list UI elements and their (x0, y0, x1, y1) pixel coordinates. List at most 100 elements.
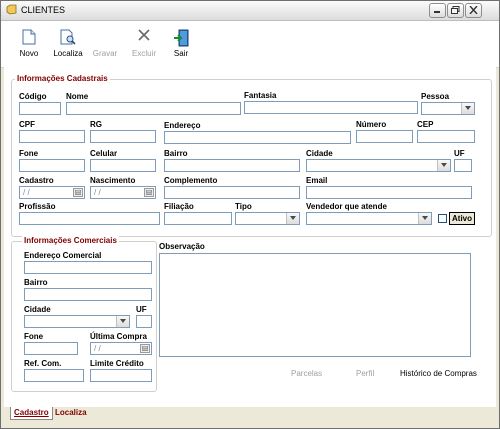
filiacao-input[interactable] (164, 212, 232, 225)
find-document-icon (60, 29, 76, 47)
maximize-button[interactable] (447, 3, 464, 18)
restore-icon (451, 6, 460, 14)
clientes-window: CLIENTES Novo Localiza Gravar Excluir Sa… (0, 0, 500, 429)
limite-credito-label: Limite Crédito (90, 359, 144, 368)
nome-label: Nome (66, 92, 89, 101)
exit-door-icon (173, 29, 189, 49)
chevron-down-icon[interactable] (116, 316, 129, 327)
complemento-label: Complemento (164, 176, 218, 185)
cadastro-tab-page: Informações Cadastrais Código Nome Fanta… (4, 67, 496, 408)
endereco-label: Endereço (164, 121, 201, 130)
ref-com-label: Ref. Com. (24, 359, 62, 368)
endereco-comercial-input[interactable] (24, 261, 152, 274)
cadastrais-legend: Informações Cadastrais (15, 74, 110, 83)
pessoa-combo[interactable] (421, 102, 475, 115)
email-input[interactable] (306, 186, 472, 199)
tipo-combo[interactable] (235, 212, 300, 225)
uf-label: UF (454, 149, 465, 158)
codigo-input[interactable] (19, 102, 61, 115)
cadastro-date-input[interactable]: / / (19, 186, 85, 199)
pessoa-label: Pessoa (421, 92, 450, 101)
cpf-label: CPF (19, 120, 35, 129)
nascimento-date-value: / / (94, 188, 101, 197)
uf-comercial-label: UF (136, 305, 147, 314)
chevron-down-icon[interactable] (418, 213, 431, 224)
ativo-label[interactable]: Ativo (449, 212, 475, 225)
close-button[interactable] (465, 3, 482, 18)
calendar-icon[interactable] (73, 188, 83, 197)
rg-input[interactable] (90, 130, 156, 143)
filiacao-label: Filiação (164, 202, 194, 211)
calendar-icon[interactable] (144, 188, 154, 197)
novo-button[interactable]: Novo (15, 27, 43, 61)
perfil-button[interactable]: Perfil (356, 369, 374, 378)
observacao-memo[interactable] (159, 253, 471, 357)
title-bar: CLIENTES (1, 1, 499, 21)
tab-localiza[interactable]: Localiza (52, 407, 90, 419)
comerciais-legend: Informações Comerciais (22, 236, 119, 245)
minimize-button[interactable] (429, 3, 446, 18)
excluir-button[interactable]: Excluir (129, 27, 159, 61)
ativo-checkbox[interactable] (438, 214, 447, 223)
new-document-icon (22, 29, 36, 47)
cidade-comercial-label: Cidade (24, 305, 51, 314)
tab-cadastro[interactable]: Cadastro (10, 407, 53, 420)
bairro-input[interactable] (164, 159, 300, 172)
vendedor-label: Vendedor que atende (306, 202, 387, 211)
tipo-label: Tipo (235, 202, 252, 211)
historico-compras-button[interactable]: Histórico de Compras (400, 369, 477, 378)
nascimento-label: Nascimento (90, 176, 136, 185)
endereco-comercial-label: Endereço Comercial (24, 251, 102, 260)
uf-comercial-input[interactable] (136, 315, 152, 328)
fantasia-input[interactable] (244, 101, 418, 114)
bairro-comercial-label: Bairro (24, 278, 48, 287)
cadastro-date-value: / / (23, 188, 30, 197)
window-title: CLIENTES (21, 5, 66, 15)
ultima-compra-date-value: / / (94, 344, 101, 353)
fone-comercial-label: Fone (24, 332, 44, 341)
endereco-input[interactable] (164, 131, 351, 144)
limite-credito-input[interactable] (90, 369, 152, 382)
parcelas-button[interactable]: Parcelas (291, 369, 322, 378)
email-label: Email (306, 176, 328, 185)
rg-label: RG (90, 120, 102, 129)
cadastro-label: Cadastro (19, 176, 54, 185)
fone-input[interactable] (19, 159, 85, 172)
nome-input[interactable] (66, 102, 241, 115)
celular-label: Celular (90, 149, 118, 158)
observacao-label: Observação (159, 242, 205, 251)
complemento-input[interactable] (164, 186, 300, 199)
localiza-button[interactable]: Localiza (51, 27, 85, 61)
tab-strip: Cadastro Localiza (1, 407, 499, 428)
gravar-button[interactable]: Gravar (91, 27, 119, 61)
nascimento-date-input[interactable]: / / (90, 186, 156, 199)
minimize-icon (434, 11, 440, 13)
fone-comercial-input[interactable] (24, 342, 78, 355)
fone-label: Fone (19, 149, 39, 158)
cidade-label: Cidade (306, 149, 333, 158)
bairro-comercial-input[interactable] (24, 288, 152, 301)
ref-com-input[interactable] (24, 369, 84, 382)
chevron-down-icon[interactable] (461, 103, 474, 114)
uf-input[interactable] (454, 159, 472, 172)
fantasia-label: Fantasia (244, 91, 277, 100)
calendar-icon[interactable] (140, 344, 150, 353)
cep-input[interactable] (417, 130, 475, 143)
vendedor-combo[interactable] (306, 212, 432, 225)
sair-button[interactable]: Sair (169, 27, 193, 61)
chevron-down-icon[interactable] (437, 160, 450, 171)
app-icon (6, 4, 17, 15)
cidade-comercial-combo[interactable] (24, 315, 130, 328)
delete-icon (138, 29, 150, 43)
profissao-input[interactable] (19, 212, 160, 225)
codigo-label: Código (19, 92, 47, 101)
ultima-compra-label: Última Compra (90, 332, 147, 341)
bairro-label: Bairro (164, 149, 188, 158)
cidade-combo[interactable] (306, 159, 451, 172)
toolbar: Novo Localiza Gravar Excluir Sair (1, 21, 499, 68)
chevron-down-icon[interactable] (286, 213, 299, 224)
cpf-input[interactable] (19, 130, 85, 143)
celular-input[interactable] (90, 159, 156, 172)
ultima-compra-date-input[interactable]: / / (90, 342, 152, 355)
numero-input[interactable] (356, 130, 413, 143)
